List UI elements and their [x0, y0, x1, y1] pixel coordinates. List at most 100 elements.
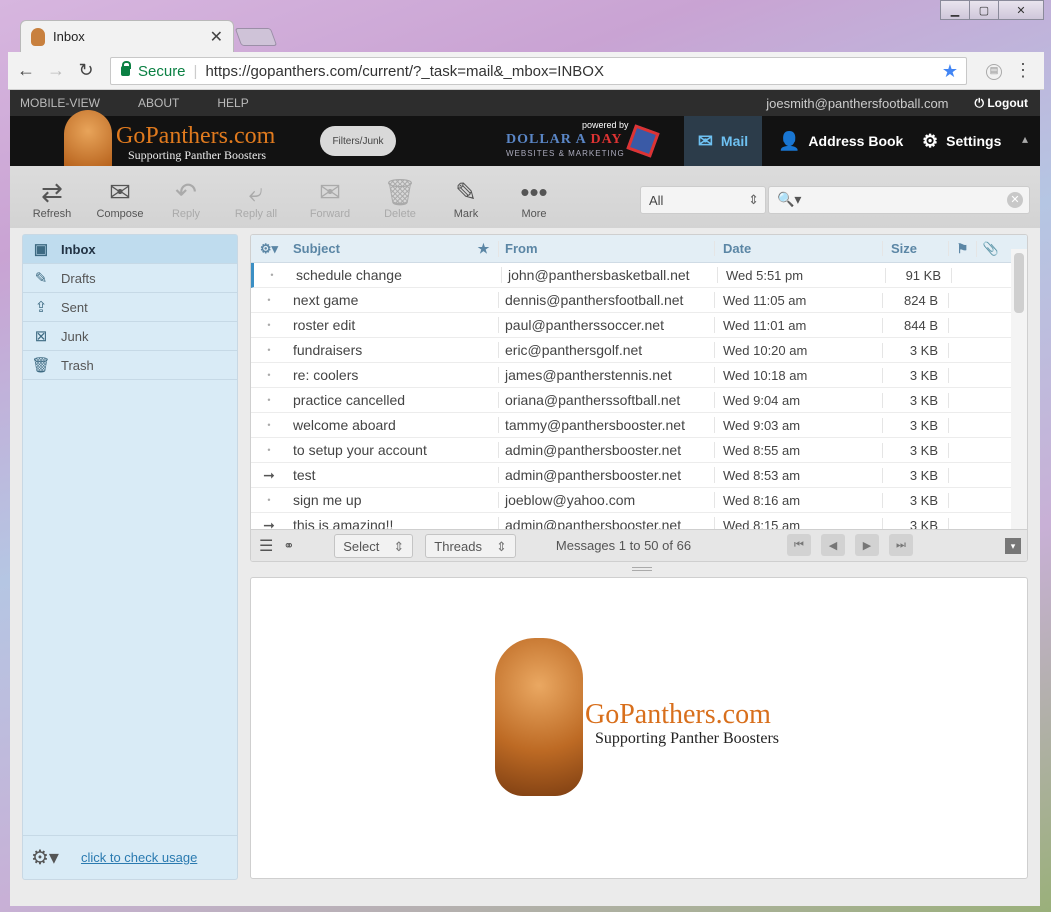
logout-button[interactable]: ⏻ Logout [975, 96, 1028, 111]
status-dot-icon: • [267, 445, 271, 455]
row-subject: fundraisers [287, 342, 499, 358]
pane-splitter[interactable] [632, 567, 652, 571]
bookmark-star-icon[interactable]: ★ [942, 61, 958, 82]
table-row[interactable]: • welcome aboard tammy@panthersbooster.net… [251, 413, 1011, 438]
table-row[interactable]: • next game dennis@panthersfootball.net Wed… [251, 288, 1011, 313]
more-button[interactable]: ••• More [502, 176, 566, 220]
list-scrollbar[interactable] [1011, 249, 1027, 529]
row-subject: to setup your account [287, 442, 499, 458]
help-link[interactable]: HELP [217, 96, 248, 110]
forward-label: Forward [309, 208, 351, 220]
col-date[interactable]: Date [715, 241, 883, 256]
folder-junk[interactable]: ⊠ Junk [23, 322, 237, 351]
refresh-label: Refresh [32, 208, 72, 220]
reply-label: Reply [171, 208, 201, 220]
clear-search-icon[interactable]: ✕ [1007, 192, 1023, 208]
check-usage-link[interactable]: click to check usage [81, 850, 197, 865]
table-row[interactable]: • schedule change john@panthersbasketball.… [251, 263, 1011, 288]
browser-window: Inbox ✕ ▁ ▢ ✕ ← → ↻ Secure | https://gop… [8, 0, 1044, 906]
flag-star-icon[interactable]: ★ [469, 240, 499, 257]
minimize-button[interactable]: ▁ [940, 0, 970, 20]
attachment-icon[interactable]: 📎 [977, 241, 1005, 257]
search-box[interactable]: 🔍▾ ✕ [768, 186, 1030, 214]
table-row[interactable]: • re: coolers james@pantherstennis.net Wed … [251, 363, 1011, 388]
row-from: dennis@panthersfootball.net [499, 292, 715, 308]
reply-button[interactable]: ↶ Reply [154, 176, 218, 220]
folder-sent[interactable]: ⇪ Sent [23, 293, 237, 322]
last-page-icon[interactable]: ⏭ [889, 534, 913, 556]
reply-all-button[interactable]: ⤶ Reply all [224, 176, 288, 220]
maximize-button[interactable]: ▢ [969, 0, 999, 20]
nav-mail[interactable]: ✉ Mail [684, 116, 762, 166]
reload-icon[interactable]: ↻ [74, 60, 98, 81]
prev-page-icon[interactable]: ◀ [821, 534, 845, 556]
forward-button[interactable]: ✉ Forward [298, 176, 362, 220]
address-bar[interactable]: Secure | https://gopanthers.com/current/… [110, 57, 967, 85]
table-row[interactable]: ➞ test admin@panthersbooster.net Wed 8:53 a… [251, 463, 1011, 488]
filter-select[interactable]: All ⇕ [640, 186, 766, 214]
back-icon[interactable]: ← [14, 60, 38, 81]
new-tab-button[interactable] [234, 28, 278, 46]
reply-all-icon: ⤶ [248, 177, 264, 207]
table-row[interactable]: • fundraisers eric@panthersgolf.net Wed 10:… [251, 338, 1011, 363]
thread-toggle-icon[interactable]: ⚭ [283, 538, 294, 554]
panther-favicon-icon [31, 27, 45, 46]
nav-address-book[interactable]: 👤 Address Book [778, 116, 903, 166]
mark-button[interactable]: ✎ Mark [434, 176, 498, 220]
compose-button[interactable]: ✉ Compose [88, 176, 152, 220]
mobile-view-link[interactable]: MOBILE-VIEW [20, 96, 100, 110]
nav-settings[interactable]: ⚙ Settings [922, 116, 1001, 166]
url-text[interactable]: https://gopanthers.com/current/?_task=ma… [205, 63, 604, 80]
folder-label: Inbox [61, 241, 96, 257]
table-row[interactable]: • to setup your account admin@panthersboos… [251, 438, 1011, 463]
row-date: Wed 8:55 am [715, 442, 883, 458]
browser-tab[interactable]: Inbox ✕ [20, 20, 234, 52]
nav-mail-label: Mail [720, 133, 749, 149]
table-row[interactable]: • roster edit paul@pantherssoccer.net Wed 1… [251, 313, 1011, 338]
browser-menu-icon[interactable]: ⋮ [1014, 60, 1032, 81]
row-from: eric@panthersgolf.net [499, 342, 715, 358]
nav-overflow-icon[interactable]: ▴ [1022, 132, 1028, 146]
sponsor-logo-text[interactable]: DOLLAR A DAY [506, 132, 623, 148]
list-view-icon[interactable]: ☰ [259, 536, 273, 556]
row-subject: test [287, 467, 499, 483]
delete-button[interactable]: 🗑 Delete [368, 176, 432, 220]
close-window-button[interactable]: ✕ [998, 0, 1044, 20]
row-size: 3 KB [883, 417, 949, 433]
folder-settings-gear-icon[interactable]: ⚙▾ [31, 845, 59, 870]
list-menu-icon[interactable]: ▾ [1005, 538, 1021, 554]
flag-icon[interactable]: ⚑ [949, 240, 977, 257]
status-dot-icon: • [267, 495, 271, 505]
extension-icon[interactable]: ▤ [986, 64, 1002, 80]
forward-icon[interactable]: → [44, 60, 68, 81]
search-input[interactable] [799, 191, 999, 209]
threads-dropdown[interactable]: Threads ⇕ [425, 533, 516, 558]
app-header: GoPanthers.com Supporting Panther Booste… [10, 110, 1040, 194]
close-tab-icon[interactable]: ✕ [210, 27, 223, 47]
table-row[interactable]: • practice cancelled oriana@pantherssoftba… [251, 388, 1011, 413]
sent-icon: ⇪ [34, 299, 48, 316]
select-dropdown[interactable]: Select ⇕ [334, 533, 414, 558]
folder-drafts[interactable]: ✎ Drafts [23, 264, 237, 293]
refresh-button[interactable]: ⇄ Refresh [20, 176, 84, 220]
row-from: paul@pantherssoccer.net [499, 317, 715, 333]
filter-value: All [649, 193, 664, 208]
row-from: admin@panthersbooster.net [499, 467, 715, 483]
search-icon[interactable]: 🔍▾ [777, 191, 801, 208]
window-controls: ▁ ▢ ✕ [940, 0, 1044, 20]
col-from[interactable]: From [499, 241, 715, 256]
row-subject: re: coolers [287, 367, 499, 383]
next-page-icon[interactable]: ▶ [855, 534, 879, 556]
folder-trash[interactable]: 🗑 Trash [23, 351, 237, 380]
scrollbar-thumb[interactable] [1014, 253, 1024, 313]
filters-junk-button[interactable]: Filters/Junk [320, 126, 396, 156]
first-page-icon[interactable]: ⏮ [787, 534, 811, 556]
about-link[interactable]: ABOUT [138, 96, 179, 110]
folder-inbox[interactable]: ▣ Inbox [23, 235, 237, 264]
person-icon: 👤 [778, 130, 801, 151]
list-options-gear-icon[interactable]: ⚙▾ [251, 241, 287, 257]
folder-label: Junk [61, 328, 89, 344]
col-subject[interactable]: Subject [287, 241, 469, 256]
table-row[interactable]: • sign me up joeblow@yahoo.com Wed 8:16 am 3… [251, 488, 1011, 513]
col-size[interactable]: Size [883, 241, 949, 256]
